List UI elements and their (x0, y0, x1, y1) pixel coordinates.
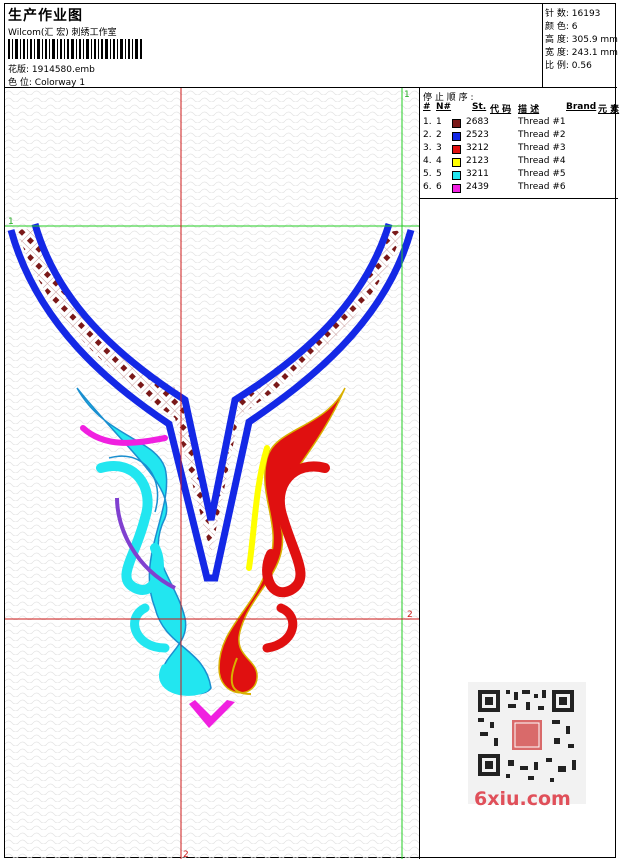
stat-value: 16193 (571, 9, 601, 19)
stat-height: 高 度: 305.9 mm (545, 32, 618, 45)
row-desc: Thread #6 (518, 182, 566, 192)
col-desc-header: 描 述 (518, 105, 540, 115)
row-num: 1. (423, 117, 432, 127)
thread-row: 1. 1 2683 Thread #1 (420, 117, 618, 130)
design-file-value: 1914580.emb (31, 65, 95, 75)
guide-label-green-top: 1 (404, 90, 410, 100)
stat-value: 305.9 mm (571, 35, 618, 45)
stat-colors: 颜 色: 6 (545, 19, 578, 32)
col-brand-header: Brand (566, 102, 597, 112)
stat-value: 243.1 mm (571, 48, 618, 58)
col-n-header: N# (436, 102, 452, 112)
row-num: 3. (423, 143, 432, 153)
thread-row: 2. 2 2523 Thread #2 (420, 130, 618, 143)
row-desc: Thread #2 (518, 130, 566, 140)
embroidery-design: 1 1 2 2 (5, 88, 419, 859)
row-n: 1 (436, 117, 442, 127)
thread-swatch (452, 119, 461, 128)
row-code: 3211 (466, 169, 489, 179)
stat-scale: 比 例: 0.56 (545, 58, 592, 71)
row-num: 4. (423, 156, 432, 166)
sheet-header: 生产作业图 Wilcom(汇 宏) 刺绣工作室 花版: 1914580.emb … (5, 4, 543, 88)
design-stats: 针 数: 16193 颜 色: 6 高 度: 305.9 mm 宽 度: 243… (543, 4, 618, 88)
col-st-header: St. (472, 102, 487, 112)
stat-label: 颜 色: (545, 22, 569, 32)
stat-value: 0.56 (571, 61, 592, 71)
guide-label-green-left: 1 (8, 217, 14, 227)
stat-label: 宽 度: (545, 48, 569, 58)
thread-swatch (452, 145, 461, 154)
colorway-label: 色 位: (8, 78, 32, 88)
company-name: Wilcom(汇 宏) 刺绣工作室 (8, 28, 117, 38)
design-file-row: 花版: 1914580.emb (8, 62, 95, 75)
col-code-header: 代 码 (490, 105, 512, 115)
row-code: 3212 (466, 143, 489, 153)
thread-swatch (452, 158, 461, 167)
row-desc: Thread #4 (518, 156, 566, 166)
barcode-icon (8, 39, 142, 59)
col-element-header: 元 素 (598, 105, 620, 115)
thread-swatch (452, 184, 461, 193)
thread-swatch (452, 171, 461, 180)
stat-stitches: 针 数: 16193 (545, 6, 600, 19)
site-watermark: 6xiu.com (474, 788, 571, 810)
row-n: 5 (436, 169, 442, 179)
stat-width: 宽 度: 243.1 mm (545, 45, 618, 58)
row-n: 6 (436, 182, 442, 192)
row-num: 2. (423, 130, 432, 140)
thread-swatch (452, 132, 461, 141)
stat-label: 针 数: (545, 9, 569, 19)
row-code: 2523 (466, 130, 489, 140)
thread-row: 4. 4 2123 Thread #4 (420, 156, 618, 169)
stat-value: 6 (571, 22, 578, 32)
stat-label: 高 度: (545, 35, 569, 45)
guide-label-red-bottom: 2 (183, 850, 189, 859)
thread-row: 3. 3 3212 Thread #3 (420, 143, 618, 156)
row-n: 3 (436, 143, 442, 153)
guide-label-red-right: 2 (407, 610, 413, 620)
row-code: 2123 (466, 156, 489, 166)
page-title: 生产作业图 (8, 8, 83, 24)
design-file-label: 花版: (8, 65, 30, 75)
row-desc: Thread #3 (518, 143, 566, 153)
fabric-background (5, 88, 419, 859)
embroidery-canvas: 1 1 2 2 (5, 88, 419, 859)
qr-center-stamp (512, 720, 542, 750)
row-desc: Thread #5 (518, 169, 566, 179)
row-num: 6. (423, 182, 432, 192)
row-code: 2683 (466, 117, 489, 127)
panel-divider (420, 198, 618, 199)
stat-label: 比 例: (545, 61, 569, 71)
qr-code-icon (468, 682, 586, 804)
row-num: 5. (423, 169, 432, 179)
colorway-value: Colorway 1 (34, 78, 86, 88)
colorway-row: 色 位: Colorway 1 (8, 75, 85, 88)
row-code: 2439 (466, 182, 489, 192)
col-num-header: # (423, 102, 431, 112)
row-desc: Thread #1 (518, 117, 566, 127)
row-n: 2 (436, 130, 442, 140)
thread-row: 6. 6 2439 Thread #6 (420, 182, 618, 195)
thread-row: 5. 5 3211 Thread #5 (420, 169, 618, 182)
row-n: 4 (436, 156, 442, 166)
